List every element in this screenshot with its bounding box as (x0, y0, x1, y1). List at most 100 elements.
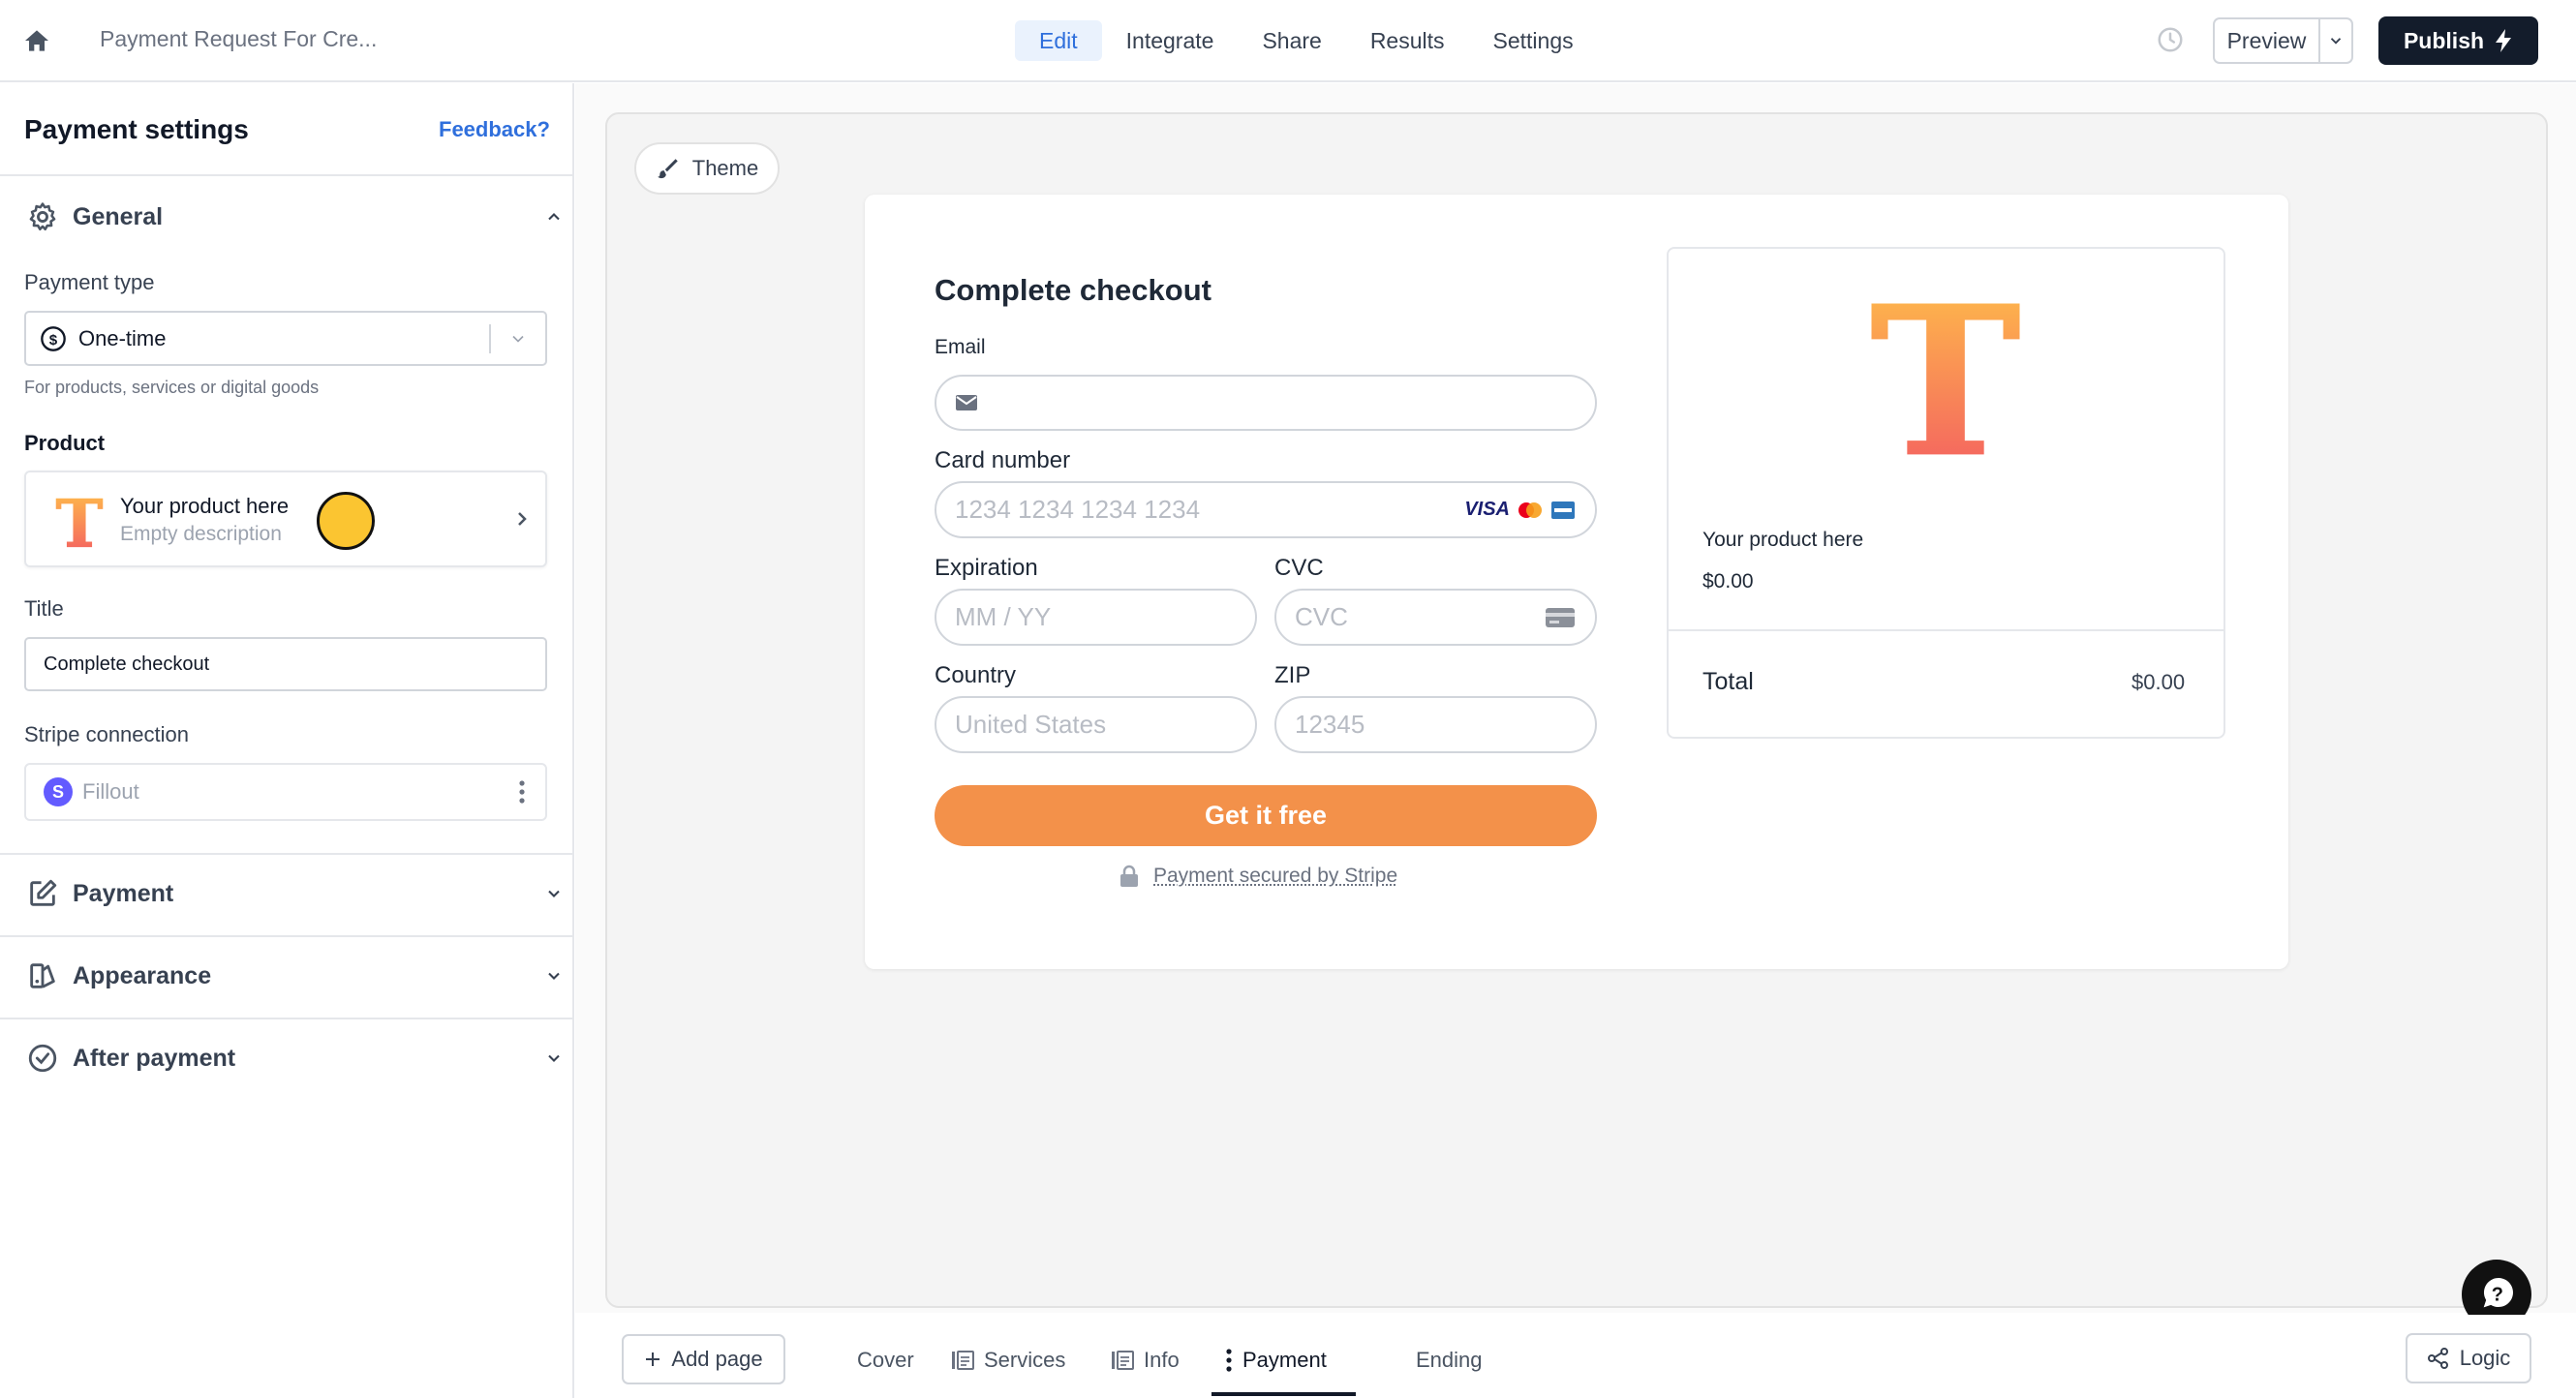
divider (0, 935, 574, 937)
main-nav-tabs: Edit Integrate Share Results Settings (1015, 20, 1598, 61)
zip-placeholder: 12345 (1295, 710, 1365, 739)
tab-results[interactable]: Results (1346, 20, 1469, 61)
section-payment-header[interactable]: Payment (26, 874, 564, 913)
card-number-placeholder: 1234 1234 1234 1234 (955, 495, 1201, 524)
divider (0, 1018, 574, 1019)
product-logo-icon (55, 498, 104, 548)
country-placeholder: United States (955, 710, 1107, 739)
preview-button-group: Preview (2213, 17, 2353, 64)
question-icon: ? (2483, 1278, 2513, 1308)
history-icon[interactable] (2156, 25, 2185, 54)
chevron-down-icon (548, 1054, 560, 1062)
payment-type-value: One-time (78, 325, 167, 350)
chevron-up-icon (548, 213, 560, 221)
active-page-indicator (1211, 1392, 1356, 1396)
payment-type-select[interactable]: $ One-time (24, 311, 547, 366)
preview-dropdown-button[interactable] (2320, 32, 2351, 49)
summary-product-name: Your product here (1702, 529, 1864, 551)
page-tab-ending[interactable]: Ending (1416, 1348, 1483, 1373)
page-tab-label: Ending (1416, 1348, 1483, 1372)
zip-input[interactable]: 12345 (1274, 696, 1597, 753)
chevron-down-icon (548, 890, 560, 897)
svg-text:$: $ (49, 331, 58, 348)
check-circle-icon (28, 1044, 57, 1073)
publish-button[interactable]: Publish (2378, 16, 2538, 65)
divider (0, 174, 574, 176)
theme-button[interactable]: Theme (634, 142, 780, 195)
country-select[interactable]: United States (935, 696, 1257, 753)
product-name: Your product here (120, 494, 290, 518)
product-logo-icon (1871, 303, 2020, 455)
zip-label: ZIP (1274, 662, 1311, 688)
page-tab-info[interactable]: Info (1111, 1348, 1180, 1373)
stripe-logo-icon: S (44, 777, 73, 806)
preview-button[interactable]: Preview (2215, 19, 2320, 62)
home-icon[interactable] (21, 25, 52, 56)
credit-card-icon (1546, 607, 1575, 627)
title-input[interactable]: Complete checkout (24, 637, 547, 691)
tab-share[interactable]: Share (1238, 20, 1345, 61)
sidebar-title: Payment settings (24, 114, 249, 144)
section-after-payment-header[interactable]: After payment (26, 1039, 564, 1078)
tab-settings[interactable]: Settings (1469, 20, 1598, 61)
stripe-connection-select[interactable]: S Fillout (24, 763, 547, 821)
product-card[interactable]: Your product here Empty description (24, 471, 547, 567)
card-number-label: Card number (935, 447, 1071, 473)
chevron-down-icon (512, 335, 524, 343)
page-tab-cover[interactable]: Cover (857, 1348, 914, 1373)
page-tab-payment[interactable]: Payment (1225, 1348, 1327, 1373)
appearance-icon (30, 963, 55, 988)
cvc-input[interactable]: CVC (1274, 589, 1597, 646)
cursor-indicator (317, 492, 375, 550)
product-description: Empty description (120, 523, 282, 545)
tab-integrate[interactable]: Integrate (1102, 20, 1239, 61)
plus-icon (646, 1352, 660, 1366)
more-options-button[interactable] (499, 779, 545, 805)
get-it-free-button[interactable]: Get it free (935, 785, 1597, 846)
edit-icon (30, 879, 57, 906)
form-title[interactable]: Payment Request For Cre... (100, 26, 377, 52)
card-number-input[interactable]: 1234 1234 1234 1234 VISA (935, 481, 1597, 538)
expiration-input[interactable]: MM / YY (935, 589, 1257, 646)
payment-type-hint: For products, services or digital goods (24, 378, 320, 397)
summary-total-label: Total (1702, 668, 1754, 695)
card-brands: VISA (1464, 499, 1576, 521)
kebab-icon (519, 780, 525, 804)
top-bar: Payment Request For Cre... Edit Integrat… (0, 0, 2576, 82)
logic-button[interactable]: Logic (2406, 1333, 2531, 1383)
summary-product-price: $0.00 (1702, 570, 1754, 593)
section-appearance-header[interactable]: Appearance (26, 957, 564, 995)
feedback-link[interactable]: Feedback? (439, 117, 550, 142)
theme-label: Theme (691, 156, 759, 180)
add-page-label: Add page (671, 1347, 763, 1371)
tab-edit[interactable]: Edit (1015, 20, 1102, 61)
svg-text:?: ? (2492, 1285, 2503, 1306)
gear-icon (29, 202, 56, 231)
email-input[interactable] (935, 375, 1597, 431)
chevron-down-icon (548, 972, 560, 980)
divider (0, 853, 574, 855)
share-nodes-icon (2427, 1348, 2448, 1369)
section-general-header[interactable]: General (26, 198, 564, 236)
stripe-connection-label: Stripe connection (24, 722, 189, 746)
secured-by-stripe-link[interactable]: Payment secured by Stripe (1153, 865, 1397, 888)
page-tab-label: Cover (857, 1348, 914, 1372)
payment-settings-sidebar: Payment settings Feedback? General Payme… (0, 83, 574, 1398)
section-appearance-title: Appearance (73, 961, 212, 989)
page-tab-label: Payment (1242, 1348, 1327, 1372)
dollar-circle-icon: $ (41, 325, 66, 351)
page-tab-services[interactable]: Services (951, 1348, 1065, 1373)
title-label: Title (24, 596, 64, 621)
form-page-icon (1112, 1351, 1134, 1370)
section-after-payment-title: After payment (73, 1044, 236, 1072)
amex-icon (1551, 501, 1575, 519)
add-page-button[interactable]: Add page (622, 1334, 785, 1384)
summary-total-value: $0.00 (2131, 670, 2186, 694)
visa-logo: VISA (1464, 499, 1510, 520)
kebab-icon (1226, 1349, 1232, 1372)
country-label: Country (935, 662, 1017, 688)
paintbrush-icon (657, 159, 678, 179)
section-general-title: General (73, 202, 164, 230)
cvc-placeholder: CVC (1295, 602, 1348, 631)
lock-icon (1120, 865, 1138, 887)
